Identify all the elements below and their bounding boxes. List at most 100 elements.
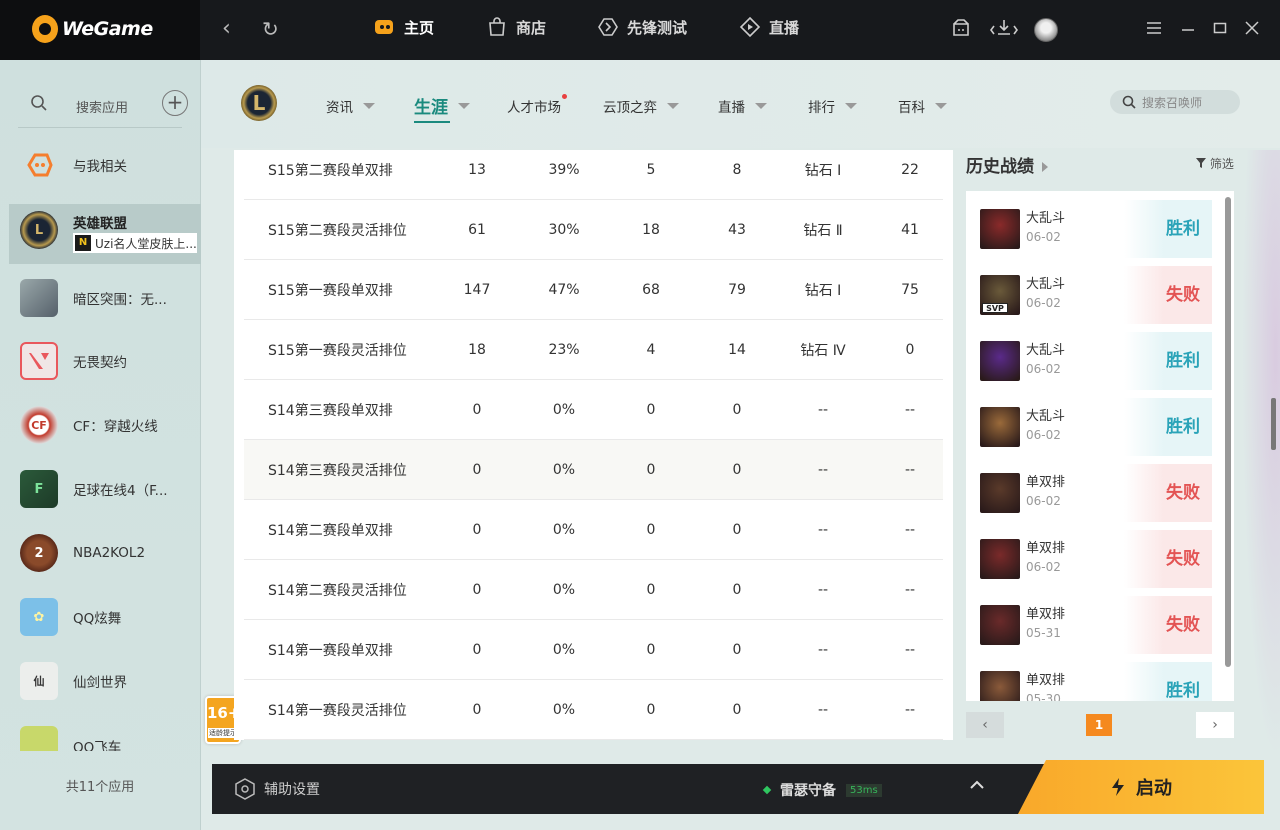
sidebar-item-label: QQ飞车 [73, 740, 122, 751]
table-cell: 8 [732, 161, 742, 178]
sidebar-item-xianjian[interactable]: 仙 仙剑世界 [9, 651, 201, 711]
tab-tft[interactable]: 云顶之弈 [603, 96, 679, 116]
match-item[interactable]: SVP 大乱斗 06-02 失败 [978, 266, 1212, 324]
topnav-vanguard[interactable]: 先锋测试 [597, 16, 687, 38]
minimize-icon[interactable] [1181, 20, 1195, 39]
chevron-down-icon [458, 102, 470, 109]
topnav-live[interactable]: 直播 [739, 16, 799, 38]
page-scrollbar[interactable] [1271, 398, 1276, 450]
match-item[interactable]: 大乱斗 06-02 胜利 [978, 200, 1212, 258]
table-cell: 18 [468, 341, 486, 358]
tab-news[interactable]: 资讯 [326, 96, 375, 116]
topnav-home[interactable]: 主页 [374, 16, 434, 38]
sidebar-item-arena-breakout[interactable]: 暗区突围：无... [9, 268, 201, 328]
match-item[interactable]: 大乱斗 06-02 胜利 [978, 398, 1212, 456]
table-cell: 0 [646, 701, 656, 718]
table-row[interactable]: S14第二赛段单双排 0 0% 0 0 -- -- [244, 500, 943, 560]
user-avatar[interactable] [1034, 18, 1058, 42]
sidebar-item-nba2kol2[interactable]: 2 NBA2KOL2 [9, 523, 201, 583]
champion-avatar [980, 407, 1020, 447]
table-cell: 0 [646, 521, 656, 538]
table-row[interactable]: S14第三赛段灵活排位 0 0% 0 0 -- -- [244, 440, 943, 500]
tab-label: 排行 [808, 100, 835, 116]
filter-icon [1196, 158, 1206, 168]
filter-label: 筛选 [1209, 157, 1234, 171]
aux-settings-button[interactable]: 辅助设置 [234, 778, 320, 800]
table-row[interactable]: S14第一赛段灵活排位 0 0% 0 0 -- -- [244, 680, 943, 740]
season-name: S14第一赛段灵活排位 [268, 702, 407, 719]
close-icon[interactable] [1245, 20, 1259, 39]
summoner-search-input[interactable]: 搜索召唤师 [1110, 90, 1240, 114]
current-page[interactable]: 1 [1086, 714, 1112, 736]
table-row[interactable]: S15第一赛段单双排 147 47% 68 79 钻石 Ⅰ 75 [244, 260, 943, 320]
app-name: WeGame [62, 18, 153, 40]
history-list[interactable]: 大乱斗 06-02 胜利 SVP 大乱斗 06-02 失败 大乱斗 06-02 胜利 大乱斗 06-0… [966, 191, 1234, 701]
wegame-logo-icon [32, 15, 58, 43]
launch-button[interactable]: 启动 [1018, 760, 1264, 814]
match-item[interactable]: 单双排 06-02 失败 [978, 464, 1212, 522]
chevron-down-icon [845, 103, 857, 109]
add-app-button[interactable]: + [162, 90, 188, 116]
tab-live[interactable]: 直播 [718, 96, 767, 116]
download-icon[interactable] [990, 18, 1018, 42]
menu-icon[interactable] [1146, 20, 1162, 39]
tab-wiki[interactable]: 百科 [898, 96, 947, 116]
history-pagination: ‹ 1 › [966, 712, 1234, 738]
app-search[interactable]: 搜索应用 + [18, 86, 188, 128]
refresh-icon[interactable]: ↻ [262, 16, 279, 42]
match-item[interactable]: 大乱斗 06-02 胜利 [978, 332, 1212, 390]
rank-table: S15第二赛段单双排 13 39% 5 8 钻石 Ⅰ 22 S15第二赛段灵活排位 61 30% 1… [234, 150, 953, 740]
prev-page-button[interactable]: ‹ [966, 712, 1004, 738]
match-item[interactable]: 单双排 05-30 胜利 [978, 662, 1212, 701]
table-cell: -- [817, 581, 829, 598]
news-badge[interactable]: N Uzi名人堂皮肤上... [73, 233, 197, 253]
table-row[interactable]: S15第一赛段灵活排位 18 23% 4 14 钻石 Ⅳ 0 [244, 320, 943, 380]
match-result: 胜利 [1124, 200, 1212, 258]
match-mode: 大乱斗 [1026, 277, 1066, 292]
table-cell: 0 [646, 401, 656, 418]
table-row[interactable]: S15第二赛段灵活排位 61 30% 18 43 钻石 Ⅱ 41 [244, 200, 943, 260]
sidebar-item-valorant[interactable]: 无畏契约 [9, 331, 201, 391]
back-arrow-icon[interactable]: ‹ [222, 16, 231, 42]
history-scrollbar[interactable] [1225, 197, 1231, 667]
table-cell: 22 [901, 161, 919, 178]
sidebar-item-cf[interactable]: CF CF：穿越火线 [9, 395, 201, 455]
table-cell: 0 [472, 521, 482, 538]
tab-career[interactable]: 生涯 [414, 93, 470, 123]
table-row[interactable]: S14第一赛段单双排 0 0% 0 0 -- -- [244, 620, 943, 680]
filter-button[interactable]: 筛选 [1196, 155, 1234, 172]
table-cell: 61 [468, 221, 486, 238]
sidebar: 搜索应用 + 与我相关 L 英雄联盟 N Uzi名人堂皮肤上... 暗区突围：无… [0, 60, 201, 830]
tab-talent-market[interactable]: 人才市场 [507, 94, 567, 116]
server-selector[interactable]: 雷瑟守备 53ms [762, 780, 882, 800]
active-tab-indicator [414, 121, 450, 123]
table-row[interactable]: S14第三赛段单双排 0 0% 0 0 -- -- [244, 380, 943, 440]
sidebar-item-fifa[interactable]: F 足球在线4（F... [9, 459, 201, 519]
sidebar-item-lol[interactable]: L 英雄联盟 N Uzi名人堂皮肤上... [9, 204, 201, 264]
table-cell: 钻石 Ⅱ [803, 222, 843, 239]
season-name: S15第一赛段灵活排位 [268, 342, 407, 359]
table-cell: 79 [728, 281, 746, 298]
history-title-label: 历史战绩 [966, 157, 1034, 177]
match-item[interactable]: 单双排 06-02 失败 [978, 530, 1212, 588]
mailbox-icon[interactable] [951, 18, 971, 42]
maximize-icon[interactable] [1213, 20, 1227, 39]
topnav-shop[interactable]: 商店 [486, 16, 546, 38]
background-art [1236, 150, 1280, 830]
table-cell: 43 [728, 221, 746, 238]
match-mode: 大乱斗 [1026, 343, 1066, 358]
history-title[interactable]: 历史战绩 [966, 152, 1048, 177]
match-item[interactable]: 单双排 05-31 失败 [978, 596, 1212, 654]
lightning-icon [1112, 778, 1124, 796]
sidebar-item-qq-speed[interactable]: QQ飞车 [9, 715, 201, 751]
tab-ranking[interactable]: 排行 [808, 96, 857, 116]
table-row[interactable]: S14第二赛段灵活排位 0 0% 0 0 -- -- [244, 560, 943, 620]
sidebar-item-related[interactable]: 与我相关 [9, 135, 201, 195]
next-page-button[interactable]: › [1196, 712, 1234, 738]
match-result: 失败 [1124, 266, 1212, 324]
sidebar-item-qq-dance[interactable]: ✿ QQ炫舞 [9, 587, 201, 647]
table-row[interactable]: S15第二赛段单双排 13 39% 5 8 钻石 Ⅰ 22 [244, 150, 943, 200]
news-badge-icon: N [75, 235, 91, 251]
chevron-up-icon[interactable] [970, 778, 984, 794]
app-count: 共11个应用 [65, 780, 135, 795]
